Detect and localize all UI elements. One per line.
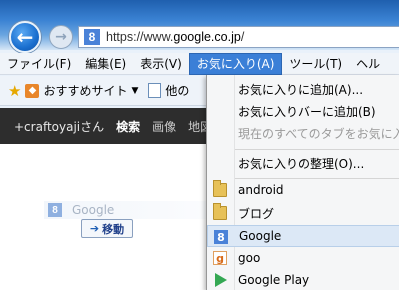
menu-edit[interactable]: 編集(E) [78, 53, 133, 75]
back-button[interactable]: ← [9, 21, 41, 53]
bookmark-folder-blog[interactable]: ブログ [207, 202, 399, 224]
address-bar[interactable]: 8 https://www.google.co.jp/ [78, 26, 399, 48]
google-favicon-icon: 8 [48, 203, 62, 217]
menu-item-label: お気に入りの整理(O)... [238, 156, 365, 171]
google-top-bar: +craftoyajiさん 検索 画像 地図 [0, 108, 215, 144]
bookmark-google[interactable]: 8 Google [207, 225, 399, 247]
arrow-right-icon: ➔ [89, 222, 100, 235]
menu-help[interactable]: ヘル [349, 53, 387, 75]
recommended-sites-link[interactable]: おすすめサイト [43, 82, 127, 99]
other-favorites-link[interactable]: 他の [165, 82, 189, 99]
go-button[interactable]: ➔ 移動 [81, 219, 133, 238]
bookmark-label: ブログ [238, 206, 275, 221]
folder-icon [213, 180, 227, 197]
menu-item-add-all-tabs: 現在のすべてのタブをお気に入 [207, 122, 399, 144]
google-icon: 8 [214, 230, 228, 244]
bookmark-folder-android[interactable]: android [207, 179, 399, 201]
menu-view[interactable]: 表示(V) [133, 53, 189, 75]
google-link-search[interactable]: 検索 [116, 118, 140, 135]
favorites-dropdown-menu: お気に入りに追加(A)... お気に入りバーに追加(B) 現在のすべてのタブをお… [206, 75, 399, 290]
url-text: https://www.google.co.jp/ [106, 30, 244, 44]
bookmark-google-play[interactable]: Google Play [207, 269, 399, 290]
menu-separator [235, 149, 399, 150]
menu-file[interactable]: ファイル(F) [0, 53, 78, 75]
go-button-label: 移動 [102, 222, 125, 236]
menu-item-add-to-favorites[interactable]: お気に入りに追加(A)... [207, 78, 399, 100]
forward-button[interactable]: → [49, 25, 73, 49]
page-icon [148, 83, 162, 98]
url-host: google.co.jp [173, 30, 241, 44]
forward-arrow-icon: → [55, 29, 67, 45]
menu-tools[interactable]: ツール(T) [282, 53, 349, 75]
search-suggestion[interactable]: 8 Google [44, 201, 215, 219]
recommended-sites-icon: ◆ [25, 83, 40, 98]
bookmark-label: Google [239, 229, 282, 243]
back-arrow-icon: ← [16, 25, 34, 49]
menu-item-organize-favorites[interactable]: お気に入りの整理(O)... [207, 152, 399, 174]
menu-item-add-to-favorites-bar[interactable]: お気に入りバーに追加(B) [207, 100, 399, 122]
bookmark-label: Google Play [238, 273, 310, 287]
goo-icon: g [213, 251, 227, 265]
menu-item-label: お気に入りバーに追加(B) [238, 104, 376, 119]
favorites-star-icon[interactable]: ★ [8, 82, 21, 100]
menu-item-label: お気に入りに追加(A)... [238, 82, 364, 97]
google-play-icon [215, 273, 227, 287]
menu-item-label: 現在のすべてのタブをお気に入 [238, 126, 399, 141]
menu-favorites[interactable]: お気に入り(A) [188, 52, 283, 75]
chevron-down-icon[interactable]: ▼ [131, 86, 138, 96]
url-prefix: https://www. [106, 30, 174, 44]
google-user-link[interactable]: +craftoyajiさん [14, 118, 104, 135]
url-suffix: / [240, 30, 245, 44]
search-suggestion-label: Google [72, 203, 115, 217]
site-favicon-icon: 8 [84, 29, 100, 45]
bookmark-goo[interactable]: g goo [207, 247, 399, 269]
folder-icon [213, 203, 227, 220]
bookmark-label: android [238, 183, 284, 197]
google-link-images[interactable]: 画像 [152, 118, 176, 135]
menu-bar: ファイル(F) 編集(E) 表示(V) お気に入り(A) ツール(T) ヘル [0, 52, 399, 75]
bookmark-label: goo [238, 251, 261, 265]
